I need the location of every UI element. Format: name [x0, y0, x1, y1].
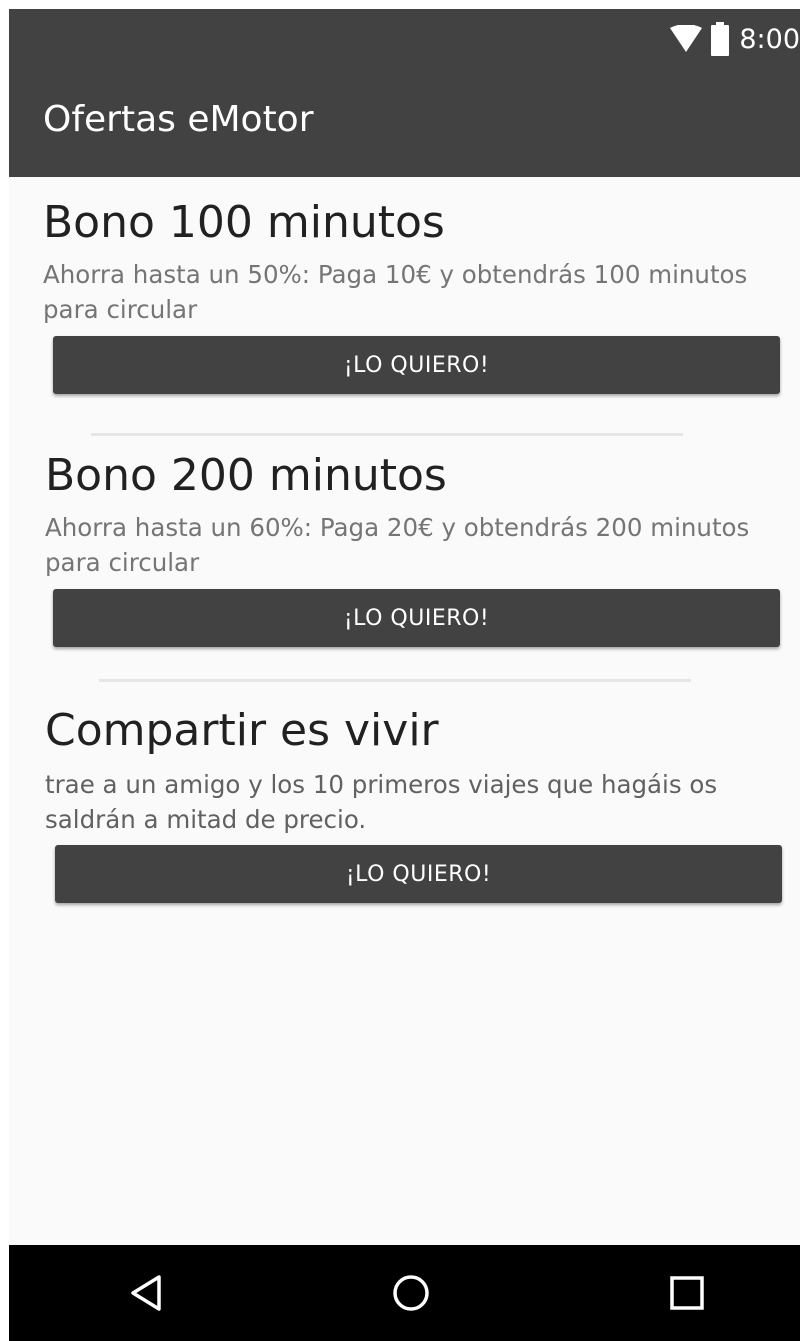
lo-quiero-button[interactable]: ¡LO QUIERO! — [53, 589, 780, 647]
divider — [91, 433, 683, 436]
status-icons: 8:00 — [669, 19, 800, 59]
offer-title: Bono 100 minutos — [43, 197, 445, 248]
divider — [99, 679, 691, 682]
status-time: 8:00 — [739, 23, 800, 55]
offer-description: Ahorra hasta un 60%: Paga 20€ y obtendrá… — [45, 513, 750, 577]
status-bar: 8:00 — [9, 9, 800, 71]
lo-quiero-button[interactable]: ¡LO QUIERO! — [53, 336, 780, 394]
app-bar: Ofertas eMotor — [9, 71, 800, 177]
app-screen: 8:00 Ofertas eMotor Bono 100 minutos Aho… — [9, 9, 800, 1341]
wifi-icon — [669, 25, 703, 53]
app-title: Ofertas eMotor — [43, 99, 314, 140]
offer-title: Bono 200 minutos — [45, 450, 447, 501]
offer-title: Compartir es vivir — [45, 705, 439, 756]
home-icon[interactable] — [387, 1269, 435, 1317]
lo-quiero-button[interactable]: ¡LO QUIERO! — [55, 845, 782, 903]
back-icon[interactable] — [122, 1269, 170, 1317]
recents-icon[interactable] — [663, 1269, 711, 1317]
offer-description: Ahorra hasta un 50%: Paga 10€ y obtendrá… — [43, 260, 748, 324]
offer-description: trae a un amigo y los 10 primeros viajes… — [45, 770, 718, 834]
navigation-bar — [9, 1245, 800, 1341]
battery-icon — [711, 22, 730, 56]
